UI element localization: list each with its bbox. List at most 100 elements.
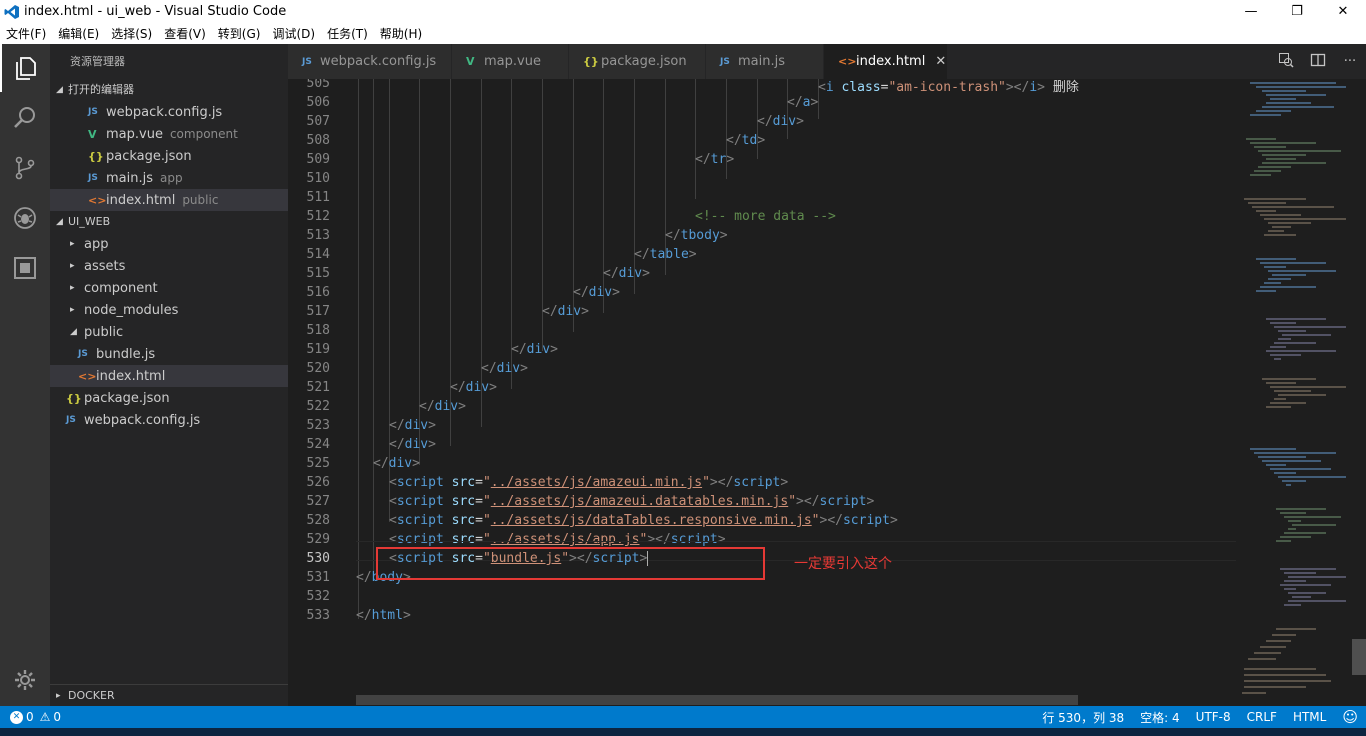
json-file-icon: {} — [66, 391, 82, 405]
explorer-sidebar: 资源管理器 ◢ 打开的编辑器 JS webpack.config.js V ma… — [50, 44, 288, 706]
json-file-icon: {} — [583, 55, 599, 68]
code-line: </div> — [389, 437, 436, 452]
open-editor-item[interactable]: {} package.json — [50, 145, 288, 167]
vue-file-icon: V — [88, 127, 97, 141]
code-line: </tr> — [695, 152, 735, 167]
code-line: </div> — [373, 456, 420, 471]
annotation-note: 一定要引入这个 — [794, 556, 892, 572]
script-line: <script src="../assets/js/amazeui.min.js… — [389, 475, 789, 490]
tree-folder[interactable]: ▸ app — [50, 233, 288, 255]
warning-count: 0 — [53, 710, 62, 724]
tree-folder[interactable]: ▸ component — [50, 277, 288, 299]
tree-file[interactable]: {} package.json — [50, 387, 288, 409]
gear-icon[interactable] — [0, 656, 50, 704]
project-title: UI_WEB — [68, 215, 111, 228]
restore-button[interactable]: ❐ — [1274, 0, 1320, 23]
folder-label: public — [84, 324, 124, 340]
code-line: </div> — [542, 304, 589, 319]
close-window-button[interactable]: ✕ — [1320, 0, 1366, 23]
tree-file[interactable]: JS bundle.js — [50, 343, 288, 365]
tree-file-selected[interactable]: <> index.html — [50, 365, 288, 387]
tree-folder[interactable]: ▸ node_modules — [50, 299, 288, 321]
code-line: </div> — [511, 342, 558, 357]
menu-file[interactable]: 文件(F) — [0, 25, 52, 42]
menu-go[interactable]: 转到(G) — [212, 25, 267, 42]
docker-section-header[interactable]: ▸ DOCKER — [50, 684, 288, 706]
open-editors-header[interactable]: ◢ 打开的编辑器 — [50, 79, 288, 101]
open-changes-icon[interactable] — [1270, 52, 1302, 72]
source-control-icon[interactable] — [0, 144, 50, 192]
tree-folder-expanded[interactable]: ◢ public — [50, 321, 288, 343]
open-editor-item[interactable]: JS main.js app — [50, 167, 288, 189]
script-line: <script src="../assets/js/dataTables.res… — [389, 513, 898, 528]
project-header[interactable]: ◢ UI_WEB — [50, 211, 288, 233]
html-file-icon: <> — [88, 193, 107, 207]
feedback-icon[interactable]: ☺ — [1334, 708, 1366, 726]
tab-main-js[interactable]: JS main.js — [706, 44, 824, 79]
open-editor-label: package.json — [106, 148, 192, 164]
code-line: </div> — [603, 266, 650, 281]
chevron-down-icon: ◢ — [56, 85, 63, 95]
menu-edit[interactable]: 编辑(E) — [52, 25, 105, 42]
highlight-box — [376, 547, 765, 580]
split-editor-icon[interactable] — [1302, 52, 1334, 72]
end-of-line[interactable]: CRLF — [1239, 710, 1285, 724]
menu-tasks[interactable]: 任务(T) — [321, 25, 374, 42]
error-icon: ✕ — [10, 710, 23, 724]
search-icon[interactable] — [0, 94, 50, 142]
code-line: </div> — [573, 285, 620, 300]
code-line: <i class="am-icon-trash"></i> 删除 — [818, 80, 1079, 95]
open-editor-item[interactable]: JS webpack.config.js — [50, 101, 288, 123]
more-actions-icon[interactable]: ··· — [1334, 54, 1366, 69]
code-view[interactable]: 505 <i class="am-icon-trash"></i> 删除 506… — [288, 79, 1238, 706]
tab-package-json[interactable]: {} package.json — [569, 44, 706, 79]
vertical-scrollbar[interactable] — [1352, 79, 1366, 706]
code-line: </div> — [419, 399, 466, 414]
close-icon[interactable]: ✕ — [935, 54, 946, 69]
title-bar: index.html - ui_web - Visual Studio Code… — [0, 0, 1366, 23]
cursor-position[interactable]: 行 530，列 38 — [1034, 709, 1132, 726]
menu-selection[interactable]: 选择(S) — [105, 25, 158, 42]
tab-map-vue[interactable]: V map.vue — [452, 44, 569, 79]
activity-bar — [0, 44, 50, 706]
problems-indicator[interactable]: ✕ 0 ⚠ 0 — [0, 710, 61, 724]
window-title: index.html - ui_web - Visual Studio Code — [24, 4, 287, 19]
code-line: </div> — [481, 361, 528, 376]
tab-index-html[interactable]: <> index.html ✕ — [824, 44, 948, 79]
tab-label: map.vue — [484, 54, 541, 69]
editor-area: JS webpack.config.js V map.vue {} packag… — [288, 44, 1366, 706]
open-editor-label: main.js — [106, 170, 153, 186]
debug-icon[interactable] — [0, 194, 50, 242]
code-line: </tbody> — [665, 228, 728, 243]
files-icon[interactable] — [0, 44, 50, 92]
language-mode[interactable]: HTML — [1285, 710, 1334, 724]
html-file-icon: <> — [78, 369, 97, 383]
menu-view[interactable]: 查看(V) — [158, 25, 212, 42]
chevron-right-icon: ▸ — [70, 283, 75, 293]
menu-help[interactable]: 帮助(H) — [374, 25, 428, 42]
extensions-icon[interactable] — [0, 244, 50, 292]
open-editor-item-active[interactable]: <> index.html public — [50, 189, 288, 211]
open-editor-item[interactable]: V map.vue component — [50, 123, 288, 145]
folder-label: app — [84, 236, 109, 252]
encoding[interactable]: UTF-8 — [1188, 710, 1239, 724]
tree-folder[interactable]: ▸ assets — [50, 255, 288, 277]
tab-webpack-config[interactable]: JS webpack.config.js — [288, 44, 452, 79]
editor-tabs: JS webpack.config.js V map.vue {} packag… — [288, 44, 1366, 79]
minimap[interactable] — [1236, 79, 1354, 706]
trash-label: 删除 — [1052, 80, 1079, 95]
vscode-logo-icon — [2, 2, 22, 22]
open-editor-label: webpack.config.js — [106, 104, 223, 120]
code-line: </table> — [634, 247, 697, 262]
tree-file[interactable]: JS webpack.config.js — [50, 409, 288, 431]
indentation[interactable]: 空格: 4 — [1132, 709, 1188, 726]
tab-label: package.json — [601, 54, 687, 69]
menu-debug[interactable]: 调试(D) — [266, 25, 321, 42]
open-editor-folder: app — [160, 171, 183, 185]
horizontal-scrollbar[interactable] — [356, 695, 1078, 705]
js-file-icon: JS — [88, 173, 98, 183]
chevron-right-icon: ▸ — [70, 305, 75, 315]
folder-label: component — [84, 280, 158, 296]
minimize-button[interactable]: — — [1228, 0, 1274, 23]
tab-label: index.html — [856, 54, 926, 69]
